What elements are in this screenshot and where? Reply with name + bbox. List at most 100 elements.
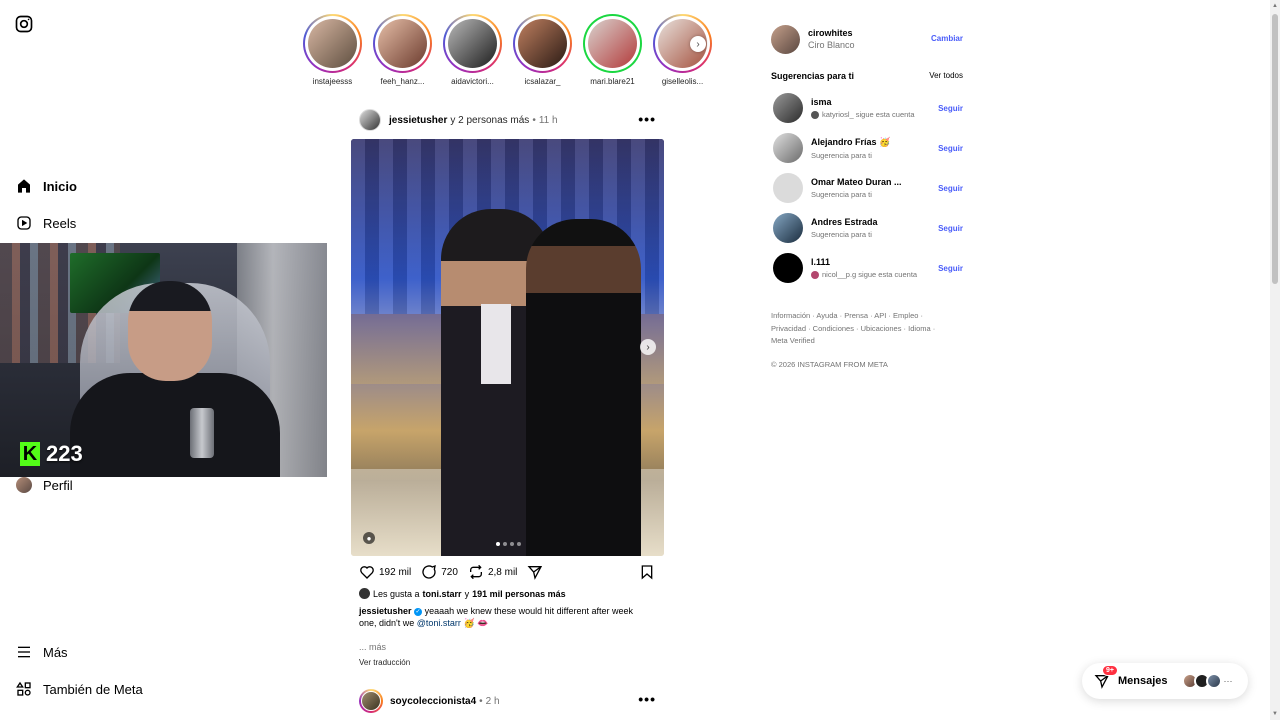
story-item[interactable]: icsalazar_ [513, 14, 572, 86]
sidebar-item-inicio[interactable]: Inicio [16, 178, 77, 194]
avatar [359, 588, 370, 599]
user-tag-icon[interactable]: ● [363, 532, 375, 544]
see-all-link[interactable]: Ver todos [929, 71, 963, 81]
avatar[interactable] [773, 173, 803, 203]
viewer-count-badge: K 223 [20, 441, 83, 467]
story-username: aidavictori... [451, 77, 494, 86]
suggestion-item: Alejandro Frías 🥳 Sugerencia para ti Seg… [773, 133, 963, 163]
liked-by-prefix: Les gusta a [373, 588, 420, 599]
follow-button[interactable]: Seguir [938, 224, 963, 233]
suggestion-username[interactable]: Andres Estrada [811, 217, 878, 227]
suggestion-item: Andres Estrada Sugerencia para ti Seguir [773, 213, 963, 243]
sidebar-item-label: Perfil [43, 477, 73, 493]
current-fullname: Ciro Blanco [808, 40, 855, 50]
carousel-dot [503, 542, 507, 546]
suggestion-reason: Sugerencia para ti [811, 230, 872, 239]
sidebar-item-label: Reels [43, 215, 77, 231]
sidebar-item-tambien-de-meta[interactable]: También de Meta [16, 681, 143, 697]
suggestion-username[interactable]: l.111 [811, 257, 917, 267]
post-actions: 192 mil 720 2,8 mil [359, 564, 657, 580]
story-item[interactable]: mari.blare21 [583, 14, 642, 86]
more-options-icon[interactable]: ••• [638, 691, 656, 707]
carousel-indicator [496, 542, 521, 546]
follow-button[interactable]: Seguir [938, 144, 963, 153]
messages-button[interactable]: 9+ Mensajes ··· [1082, 663, 1248, 699]
avatar[interactable] [771, 24, 800, 54]
send-icon [527, 566, 543, 580]
story-item[interactable]: feeh_hanz... [373, 14, 432, 86]
avatar[interactable] [359, 109, 381, 131]
suggestion-reason: Sugerencia para ti [811, 150, 872, 160]
kick-icon: K [20, 442, 40, 466]
home-icon [16, 178, 32, 194]
suggestion-username[interactable]: isma [811, 97, 915, 107]
liked-by-others[interactable]: 191 mil personas más [472, 589, 566, 599]
scroll-down-icon[interactable]: ▼ [1272, 710, 1278, 718]
story-item[interactable]: aidavictori... [443, 14, 502, 86]
post-header: soycoleccionista4 • 2 h ••• [359, 689, 662, 713]
avatar[interactable] [773, 253, 803, 283]
reposts-count: 2,8 mil [487, 566, 518, 578]
like-button[interactable]: 192 mil [359, 564, 411, 580]
send-icon: 9+ [1094, 665, 1118, 689]
story-username: feeh_hanz... [380, 77, 425, 86]
post-image[interactable]: › ● [351, 139, 664, 556]
chevron-right-icon[interactable]: › [640, 339, 656, 355]
see-translation-link[interactable]: Ver traducción [359, 658, 410, 667]
messages-label: Mensajes [1118, 675, 1168, 687]
avatar [811, 110, 819, 119]
avatar[interactable] [773, 93, 803, 123]
footer-links[interactable]: Información · Ayuda · Prensa · API · Emp… [771, 310, 951, 348]
caption-emojis: 🥳 👄 [463, 618, 489, 628]
more-options-icon[interactable]: ••• [638, 111, 656, 127]
reels-icon [16, 215, 32, 231]
comment-button[interactable]: 720 [421, 564, 458, 580]
sidebar-item-label: Más [43, 644, 68, 660]
follow-button[interactable]: Seguir [938, 104, 963, 113]
repost-button[interactable]: 2,8 mil [468, 564, 517, 580]
story-username: instajeesss [312, 77, 353, 86]
share-button[interactable] [527, 564, 543, 580]
post-collaborators[interactable]: y 2 personas más [450, 115, 529, 126]
liked-by-user[interactable]: toni.starr [423, 589, 462, 599]
scrollbar[interactable]: ▲ ▼ [1270, 0, 1280, 720]
stories-tray: instajeesss feeh_hanz... aidavictori... … [303, 14, 712, 86]
suggestion-username[interactable]: Omar Mateo Duran ... [811, 177, 902, 187]
avatar[interactable] [359, 689, 383, 713]
separator-dot: • [532, 114, 536, 126]
suggestion-item: l.111 nicol__p.g sigue esta cuenta Segui… [773, 253, 963, 283]
avatar[interactable] [773, 213, 803, 243]
save-button[interactable] [639, 564, 655, 583]
sidebar-item-mas[interactable]: Más [16, 644, 68, 660]
likes-count: 192 mil [379, 566, 412, 578]
sidebar-item-reels[interactable]: Reels [16, 215, 76, 231]
switch-account-button[interactable]: Cambiar [931, 34, 963, 43]
liked-by: Les gusta a toni.starr y 191 mil persona… [359, 588, 566, 599]
suggestion-reason: nicol__p.g sigue esta cuenta [822, 270, 918, 279]
current-username[interactable]: cirowhites [808, 28, 855, 38]
avatar [16, 477, 32, 493]
instagram-icon[interactable] [14, 14, 34, 34]
story-username: giselleolis... [661, 77, 704, 86]
caption-more-link[interactable]: ... más [359, 642, 386, 652]
follow-button[interactable]: Seguir [938, 264, 963, 273]
caption-mention[interactable]: @toni.starr [417, 618, 461, 628]
avatar[interactable] [773, 133, 803, 163]
story-username: icsalazar_ [524, 77, 561, 86]
post-username[interactable]: jessietusher [389, 115, 447, 126]
chevron-right-icon[interactable]: › [690, 36, 706, 52]
post-username[interactable]: soycoleccionista4 [390, 696, 476, 707]
caption-username[interactable]: jessietusher [359, 606, 412, 616]
story-item[interactable]: instajeesss [303, 14, 362, 86]
menu-icon [16, 644, 32, 660]
sidebar-item-label: También de Meta [43, 681, 143, 697]
sidebar-item-perfil[interactable]: Perfil [16, 477, 73, 493]
carousel-dot [517, 542, 521, 546]
scrollbar-thumb[interactable] [1272, 14, 1278, 284]
story-username: mari.blare21 [590, 77, 635, 86]
follow-button[interactable]: Seguir [938, 184, 963, 193]
suggestion-reason: katyriosl_ sigue esta cuenta [822, 110, 915, 119]
suggestion-username[interactable]: Alejandro Frías 🥳 [811, 137, 890, 148]
avatar [1205, 673, 1222, 689]
scroll-up-icon[interactable]: ▲ [1272, 2, 1278, 10]
